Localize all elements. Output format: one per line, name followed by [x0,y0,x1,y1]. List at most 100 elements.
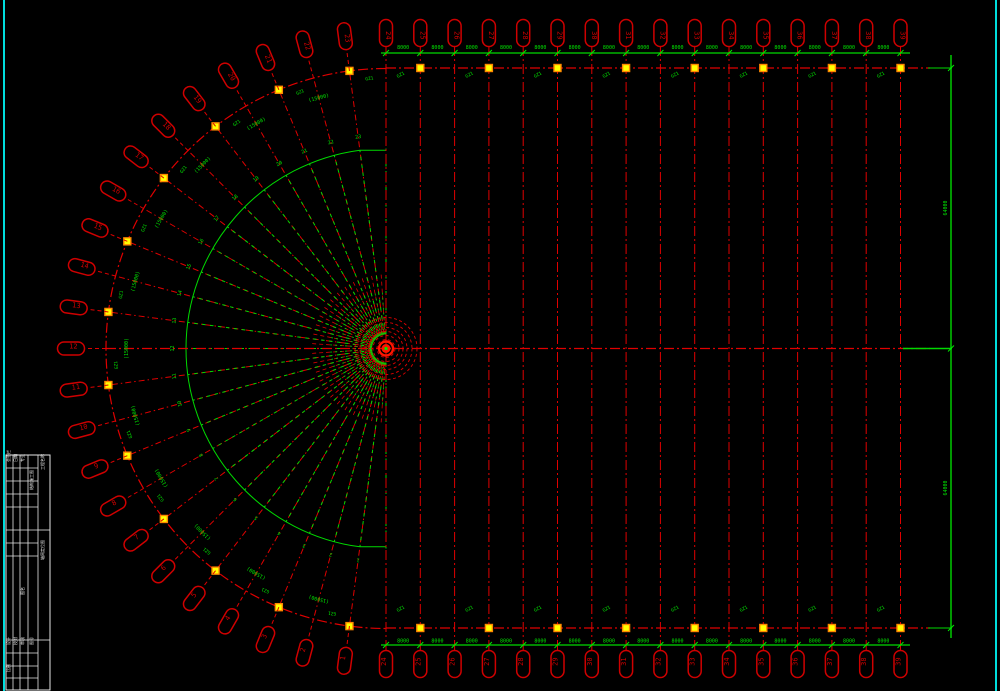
column-label: GZ1 [202,546,212,556]
bubble-label: 35 [761,31,769,39]
bubble-label: 37 [826,657,834,665]
grid-bubble: 37 [825,20,838,47]
column-marker [828,65,835,72]
column-label: GZ1 [464,70,474,79]
grid-bubble: 31 [620,20,633,47]
title-block-text: 图名 [19,587,25,595]
axis-number: 7 [214,475,221,481]
dim-text: 8000 [397,639,409,645]
grid-bubble: 8 [98,494,128,519]
column-label: GZ1 [295,88,305,97]
grid-bubble: 7 [121,527,150,554]
hub-dot [384,347,387,350]
column-label: GZ1 [140,223,149,233]
dim-text: 8000 [637,45,649,51]
dimension-texts: 8000 8000 8000 8000 8000 8000 8000 8000 8000 8000… [124,45,949,645]
grid-bubble: 32 [654,20,667,47]
dim-text: 8000 [809,639,821,645]
axis-number: 2 [329,551,333,558]
bubble-label: 32 [658,31,666,39]
dim-text: (15000) [308,93,330,104]
dim-text: 8000 [706,639,718,645]
grid-bubble: 24 [380,651,393,678]
bubble-label: 32 [654,657,662,665]
dim-text: 8000 [466,45,478,51]
grid-bubble: 24 [380,20,393,47]
dim-text: 8000 [637,639,649,645]
bubble-label: 37 [830,31,838,39]
dim-text: 8000 [534,45,546,51]
grid-bubble: 27 [482,651,495,678]
bubble-label: 26 [453,31,461,39]
grid-bubble: 22 [295,30,315,59]
axis-number: 1 [356,557,360,563]
column-label: GZ1 [179,164,189,174]
axis-number: 16 [197,238,205,246]
title-block-text: 比例 [5,664,11,672]
grid-bubble: 16 [98,179,128,204]
axis-number: 4 [277,530,283,537]
title-block-text: 工程名称 [39,454,45,470]
cad-drawing-viewport[interactable]: 2425262728293031323334353637383924252627… [0,0,1000,691]
column-label: GZ1 [876,70,886,79]
column-marker [554,625,561,632]
column-label: GZ1 [126,429,135,439]
axis-number: 19 [252,175,260,183]
bubble-label: 36 [796,31,804,39]
bubble-label: 33 [689,657,697,665]
dim-text: 8000 [877,45,889,51]
title-block-text: 图号 [28,637,34,645]
dim-text: 8000 [500,45,512,51]
grid-bubble: 1 [337,647,353,675]
dim-text: 8000 [397,45,409,51]
axis-number: 11 [171,373,178,380]
dim-text: (15000) [246,565,267,581]
grid-bubble: 2 [295,638,315,667]
grid-bubble: 32 [654,651,667,678]
grid-bubble: 27 [482,20,495,47]
bubble-label: 38 [864,31,872,39]
grid-bubble: 15 [80,217,110,239]
column-label: GZ1 [533,70,543,79]
grid-bubble: 12 [58,342,85,355]
frame-edges [4,0,996,691]
dim-text: (15000) [193,156,212,175]
dim-text: 8000 [431,639,443,645]
axis-number: 12 [170,345,176,351]
bubble-label: 13 [72,301,81,310]
grid-bubble: 23 [337,22,353,50]
column-label: GZ1 [739,70,749,79]
column-label: GZ1 [232,118,242,128]
axis-number: 9 [186,427,193,432]
column-marker [897,625,904,632]
axis-number: 23 [355,134,362,141]
dim-text: 8000 [569,639,581,645]
column-marker [623,625,630,632]
column-label: GZ1 [739,604,749,613]
title-block-text: 设计 [5,637,11,645]
title-block-text: 日期 [12,454,18,462]
dim-text: 8000 [843,45,855,51]
dim-text: 8000 [809,45,821,51]
dim-text: 8000 [706,45,718,51]
bubble-label: 33 [693,31,701,39]
dim-text: (15000) [308,593,330,604]
bubble-label: 23 [343,34,352,43]
grid-bubble: 11 [59,381,87,397]
axis-number: 14 [177,290,184,297]
grid-bubble: 6 [149,557,177,585]
bubble-label: 31 [620,657,628,665]
bubble-label: 39 [895,657,903,665]
axis-number: 10 [177,400,184,407]
bubble-label: 39 [899,31,907,39]
column-label: GZ1 [113,360,120,369]
column-label: GZ1 [602,70,612,79]
grid-bubble: 28 [517,20,530,47]
axis-number: 21 [301,148,309,156]
axis-number: 17 [213,215,221,223]
dim-text: 8000 [740,639,752,645]
column-marker [691,65,698,72]
bubble-label: 25 [418,31,426,39]
grid-bubble: 35 [757,20,770,47]
title-block-text: 专业 [19,454,25,462]
